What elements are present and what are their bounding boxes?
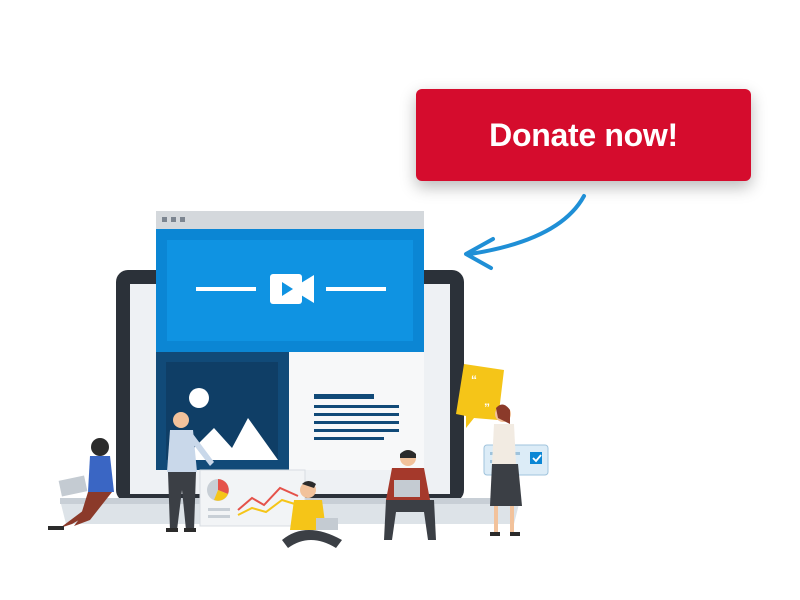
illustration: “ ” (48, 194, 586, 548)
svg-text:”: ” (484, 401, 490, 415)
svg-text:“: “ (471, 373, 477, 387)
curved-arrow-icon (464, 194, 586, 270)
analytics-card (199, 469, 306, 527)
browser-window (156, 211, 424, 470)
